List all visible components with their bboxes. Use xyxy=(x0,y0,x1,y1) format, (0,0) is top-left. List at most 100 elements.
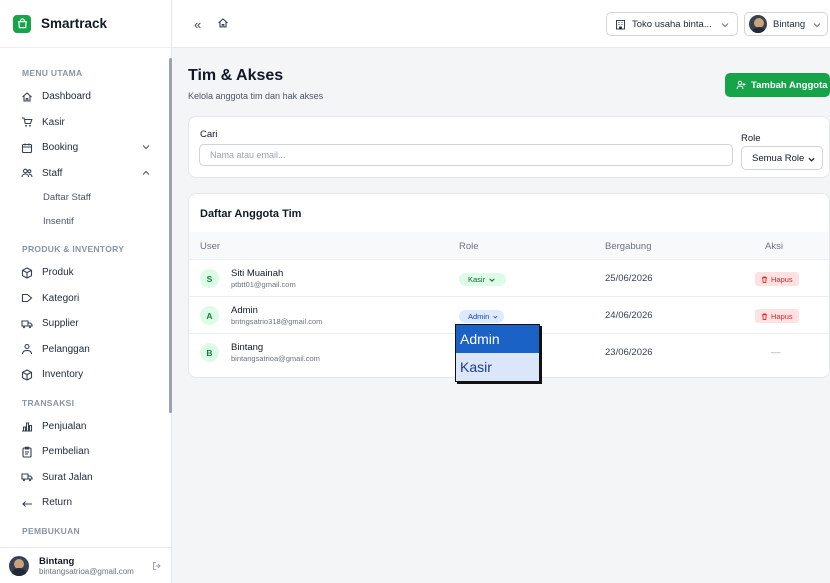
chevron-down-icon xyxy=(721,23,729,28)
trash-icon xyxy=(761,312,768,320)
add-member-button[interactable]: Tambah Anggota xyxy=(725,73,830,97)
role-filter-label: Role xyxy=(741,133,761,144)
sidebar-item-label: Produk xyxy=(42,267,74,279)
search-label: Cari xyxy=(200,129,218,140)
column-action: Aksi xyxy=(765,241,783,252)
home-icon[interactable] xyxy=(217,17,229,29)
clipboard-icon xyxy=(21,446,33,458)
section-transaksi: TRANSAKSI xyxy=(22,397,75,408)
user-initial-avatar: B xyxy=(200,343,219,362)
search-input[interactable] xyxy=(199,144,733,166)
sidebar-item-return[interactable]: Return xyxy=(0,490,168,516)
truck-icon xyxy=(21,318,33,330)
user-name: Admin xyxy=(231,305,258,316)
section-menu-utama: MENU UTAMA xyxy=(22,68,83,78)
page-subtitle: Kelola anggota tim dan hak akses xyxy=(188,91,324,101)
delete-label: Hapus xyxy=(771,274,793,284)
chevron-down-icon xyxy=(489,278,495,282)
users-icon xyxy=(21,167,33,179)
user-group-icon xyxy=(21,343,33,355)
sidebar-user: Bintang bintangsatrioa@gmail.com xyxy=(0,547,171,583)
sidebar-item-inventory[interactable]: Inventory xyxy=(0,362,168,388)
sidebar-item-label: Kategori xyxy=(42,292,80,304)
sidebar-item-kasir[interactable]: Kasir xyxy=(0,110,168,136)
no-action: — xyxy=(771,347,781,358)
chevron-down-icon xyxy=(142,145,150,150)
delivery-icon xyxy=(21,471,33,483)
sidebar-user-email: bintangsatrioa@gmail.com xyxy=(39,566,134,576)
sidebar-item-label: Pembelian xyxy=(42,446,90,458)
section-produk-inventory: PRODUK & INVENTORY xyxy=(22,244,125,254)
user-initial-avatar: S xyxy=(200,269,219,288)
home-icon xyxy=(21,91,33,103)
avatar xyxy=(9,555,29,576)
sidebar: Smartrack MENU UTAMA Dashboard Kasir Boo… xyxy=(0,0,172,583)
sidebar-item-produk[interactable]: Produk xyxy=(0,260,168,286)
sidebar-subitem-daftar-staff[interactable]: Daftar Staff xyxy=(0,186,168,210)
chevron-down-icon xyxy=(808,157,815,162)
sidebar-item-label: Staff xyxy=(42,167,63,179)
role-select[interactable]: Kasir xyxy=(459,273,506,286)
tag-icon xyxy=(21,292,33,304)
sidebar-item-label: Supplier xyxy=(42,318,79,330)
delete-button[interactable]: Hapus xyxy=(755,272,799,286)
user-initial-avatar: A xyxy=(200,306,219,325)
collapse-sidebar-icon[interactable]: « xyxy=(194,17,201,32)
sidebar-item-dashboard[interactable]: Dashboard xyxy=(0,84,168,110)
brand-name: Smartrack xyxy=(41,16,108,31)
role-option-kasir[interactable]: Kasir xyxy=(456,353,539,381)
brand-logo-icon xyxy=(13,14,31,33)
topbar: « Toko usaha binta... Bintang xyxy=(172,0,830,48)
store-selector[interactable]: Toko usaha binta... xyxy=(606,12,738,36)
box-icon xyxy=(21,267,33,279)
role-value: Kasir xyxy=(468,275,486,284)
sidebar-item-pembelian[interactable]: Pembelian xyxy=(0,439,168,465)
user-name: Bintang xyxy=(231,342,264,353)
sidebar-scrollbar[interactable] xyxy=(169,58,172,413)
user-menu-button[interactable]: Bintang xyxy=(744,12,828,36)
user-plus-icon xyxy=(736,80,746,90)
user-email: bntngsatrio318@gmail.com xyxy=(231,317,323,326)
chevron-up-icon xyxy=(142,170,150,175)
role-dropdown-list: Admin Kasir xyxy=(455,324,540,382)
sidebar-item-label: Pelanggan xyxy=(42,343,90,355)
user-email: bintangsatrioa@gmail.com xyxy=(231,354,320,363)
chevron-down-icon xyxy=(813,23,821,28)
sidebar-item-label: Surat Jalan xyxy=(42,471,93,483)
sidebar-item-staff[interactable]: Staff xyxy=(0,161,168,187)
sidebar-item-label: Return xyxy=(42,497,73,509)
sidebar-item-booking[interactable]: Booking xyxy=(0,135,168,161)
sidebar-item-label: Inventory xyxy=(42,369,84,381)
team-card-title: Daftar Anggota Tim xyxy=(200,208,302,220)
calendar-icon xyxy=(21,142,33,154)
sidebar-item-label: Booking xyxy=(42,142,79,154)
sidebar-item-surat-jalan[interactable]: Surat Jalan xyxy=(0,465,168,491)
role-filter-value: Semua Role xyxy=(752,152,805,164)
cart-icon xyxy=(21,116,33,128)
bar-chart-icon xyxy=(21,420,33,432)
logout-icon[interactable] xyxy=(152,561,162,571)
brand[interactable]: Smartrack xyxy=(0,0,171,48)
trash-icon xyxy=(761,275,768,283)
sidebar-nav: MENU UTAMA Dashboard Kasir Booking Staff… xyxy=(0,58,168,536)
column-role: Role xyxy=(459,241,479,252)
role-filter-select[interactable]: Semua Role xyxy=(741,146,823,170)
sidebar-item-supplier[interactable]: Supplier xyxy=(0,311,168,337)
role-option-admin[interactable]: Admin xyxy=(456,325,539,353)
user-menu-label: Bintang xyxy=(773,18,806,30)
sidebar-item-label: Kasir xyxy=(42,116,65,128)
avatar xyxy=(749,15,767,33)
role-select[interactable]: Admin xyxy=(459,310,504,323)
section-pembukuan: PEMBUKUAN xyxy=(22,525,80,536)
joined-date: 24/06/2026 xyxy=(605,310,653,321)
sidebar-item-kategori[interactable]: Kategori xyxy=(0,286,168,312)
sidebar-item-penjualan[interactable]: Penjualan xyxy=(0,414,168,440)
column-user: User xyxy=(200,241,221,252)
package-icon xyxy=(21,369,33,381)
sidebar-subitem-insentif[interactable]: Insentif xyxy=(0,210,168,234)
table-row: S Siti Muainah ptbtt01@gmail.com Kasir 2… xyxy=(189,259,829,296)
chevron-down-icon xyxy=(493,315,498,318)
sidebar-item-pelanggan[interactable]: Pelanggan xyxy=(0,337,168,363)
delete-button[interactable]: Hapus xyxy=(755,309,799,323)
page-title: Tim & Akses xyxy=(188,67,284,84)
